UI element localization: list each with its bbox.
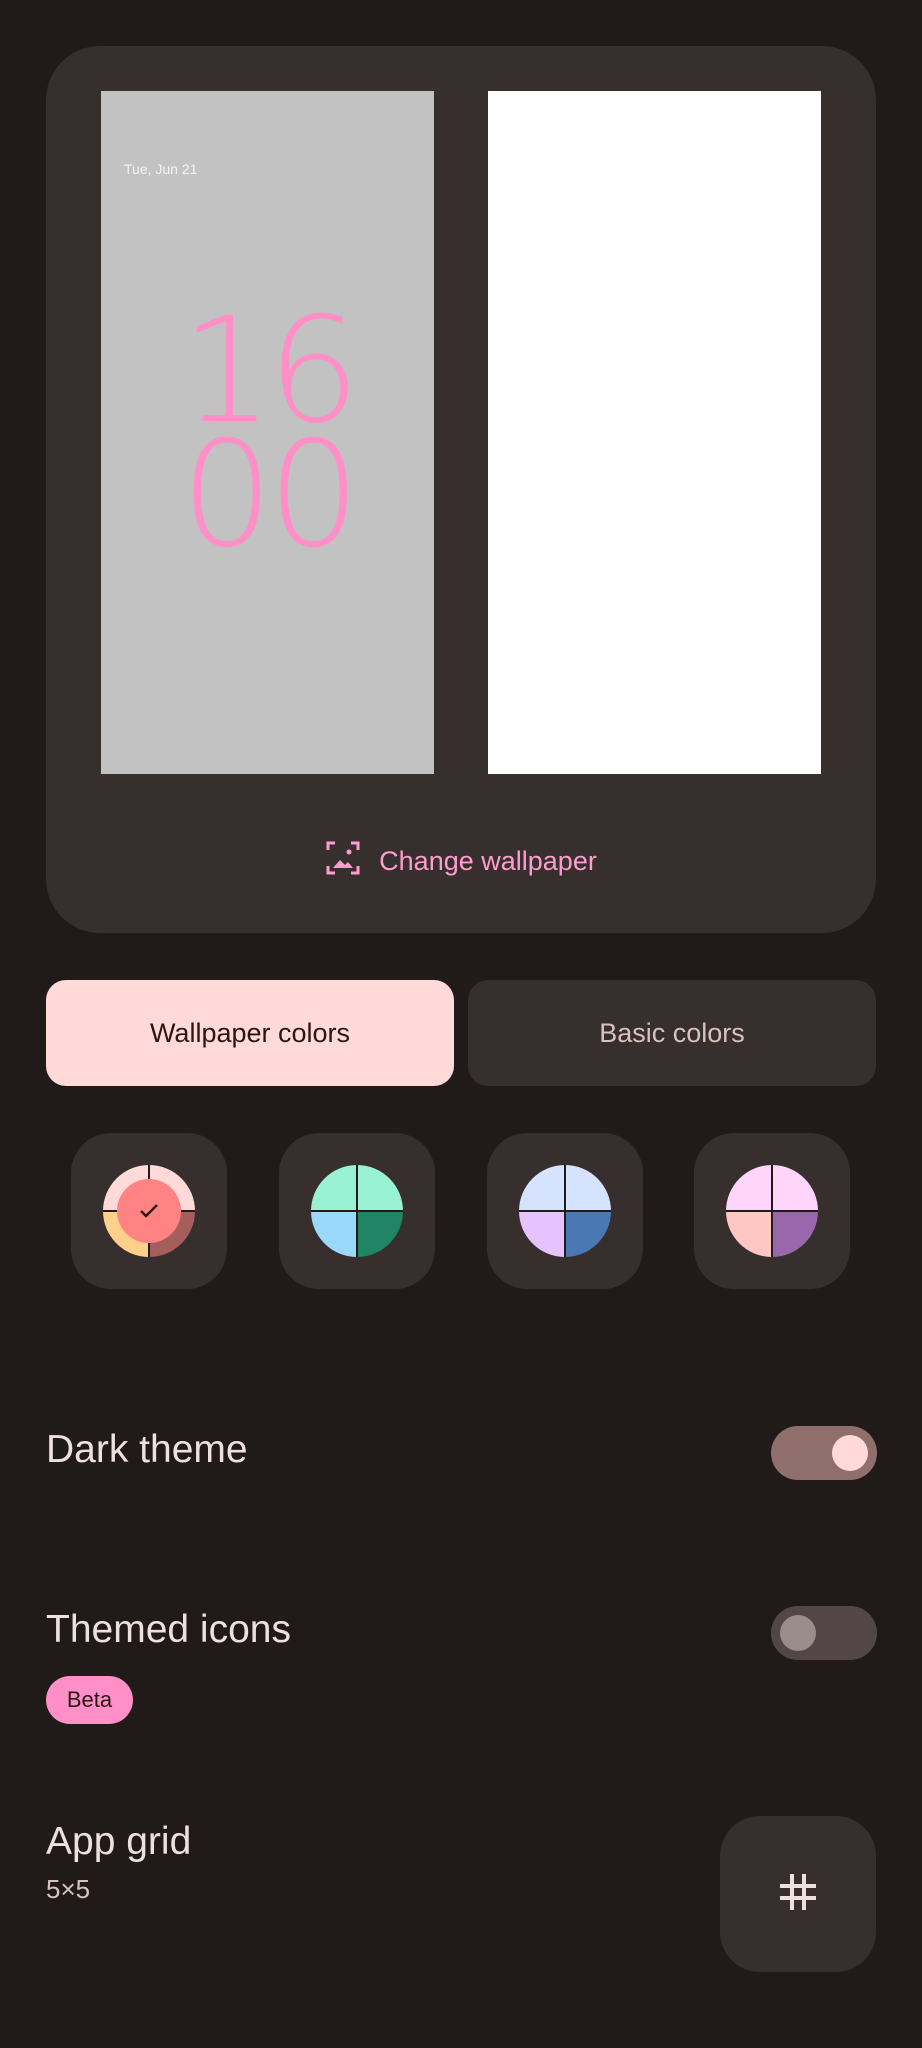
- swatch-disc: [103, 1165, 195, 1257]
- themed-icons-label: Themed icons: [46, 1608, 291, 1651]
- lock-date: Tue, Jun 21: [124, 161, 198, 177]
- color-swatch-1[interactable]: [71, 1133, 227, 1289]
- change-wallpaper-button[interactable]: Change wallpaper: [46, 836, 876, 886]
- dark-theme-label: Dark theme: [46, 1428, 248, 1471]
- swatch-disc: [311, 1165, 403, 1257]
- wallpaper-preview-card: Tue, Jun 21 16 00 Change wallpaper: [46, 46, 876, 933]
- wallpaper-icon: [325, 840, 361, 883]
- tab-basic-colors[interactable]: Basic colors: [468, 980, 876, 1086]
- clock-minute: 00: [180, 410, 361, 580]
- dark-theme-toggle[interactable]: [771, 1426, 877, 1480]
- color-swatch-2[interactable]: [279, 1133, 435, 1289]
- change-wallpaper-label: Change wallpaper: [379, 845, 597, 876]
- toggle-knob: [832, 1435, 868, 1471]
- swatch-disc: [726, 1165, 818, 1257]
- grid-icon: [778, 1872, 818, 1917]
- app-grid-label: App grid: [46, 1820, 192, 1863]
- color-tabs: Wallpaper colors Basic colors: [46, 980, 876, 1086]
- lock-clock: 16 00: [101, 298, 434, 580]
- beta-badge: Beta: [46, 1676, 133, 1724]
- home-screen-preview[interactable]: [488, 91, 821, 774]
- themed-icons-toggle[interactable]: [771, 1606, 877, 1660]
- lock-screen-preview[interactable]: Tue, Jun 21 16 00: [101, 91, 434, 774]
- tab-wallpaper-colors[interactable]: Wallpaper colors: [46, 980, 454, 1086]
- app-grid-button[interactable]: [720, 1816, 876, 1972]
- color-swatch-4[interactable]: [694, 1133, 850, 1289]
- checkmark-icon: [117, 1179, 181, 1243]
- app-grid-value: 5×5: [46, 1874, 91, 1904]
- color-swatch-3[interactable]: [487, 1133, 643, 1289]
- swatch-disc: [519, 1165, 611, 1257]
- toggle-knob: [780, 1615, 816, 1651]
